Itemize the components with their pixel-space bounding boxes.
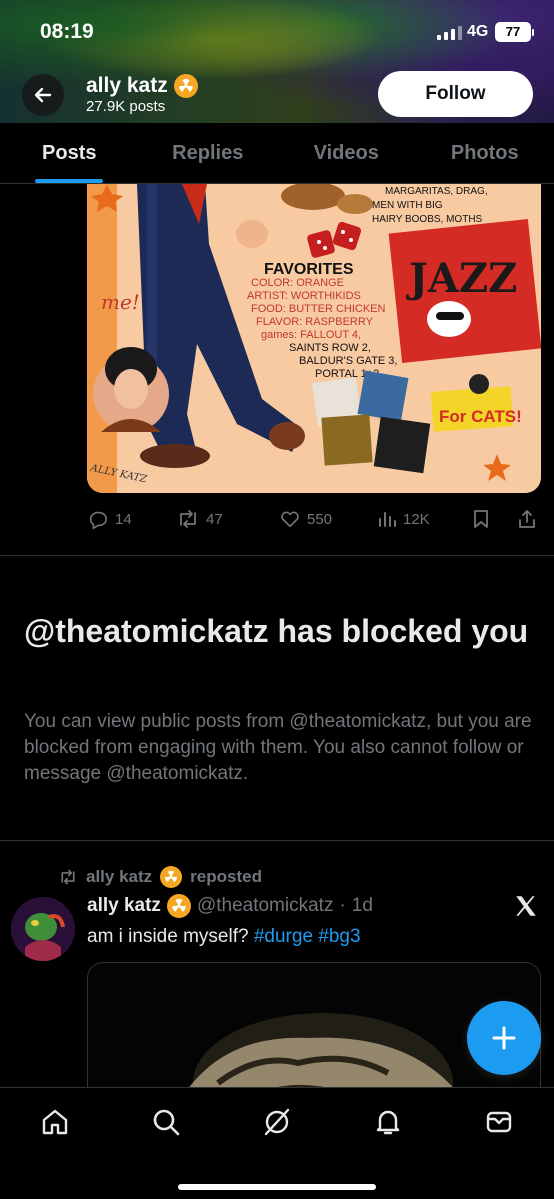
nav-grok[interactable] xyxy=(260,1105,294,1139)
reply-count: 14 xyxy=(115,510,132,528)
post-count: 27.9K posts xyxy=(86,98,166,115)
home-icon xyxy=(42,1109,68,1135)
bookmark-button[interactable] xyxy=(471,508,491,530)
status-time: 08:19 xyxy=(40,20,94,43)
tab-videos[interactable]: Videos xyxy=(277,123,416,183)
post-author[interactable]: ally katz xyxy=(87,895,161,917)
repost-button[interactable]: 47 xyxy=(176,508,223,530)
bottom-navigation xyxy=(0,1087,554,1199)
avatar[interactable] xyxy=(11,897,75,961)
follow-button[interactable]: Follow xyxy=(378,71,533,117)
blocked-title: @theatomickatz has blocked you xyxy=(24,613,529,649)
favorites-illustration: FAVORITES COLOR: ORANGE ARTIST: WORTHIKI… xyxy=(87,184,541,493)
battery-icon: 77 xyxy=(495,22,534,42)
post-actions: 14 47 550 12K xyxy=(87,505,541,533)
radioactive-icon xyxy=(166,894,191,918)
views-button[interactable]: 12K xyxy=(377,509,430,529)
compose-button[interactable] xyxy=(467,1001,541,1075)
tab-photos[interactable]: Photos xyxy=(416,123,554,183)
x-logo-icon xyxy=(516,896,536,916)
divider xyxy=(0,555,554,556)
views-icon xyxy=(379,512,396,527)
messages-icon xyxy=(486,1111,512,1133)
art-text-artist: ARTIST: WORTHIKIDS xyxy=(247,290,361,302)
nav-home[interactable] xyxy=(38,1105,72,1139)
radioactive-icon xyxy=(173,74,198,98)
heart-icon xyxy=(281,511,299,528)
post-image[interactable]: FAVORITES COLOR: ORANGE ARTIST: WORTHIKI… xyxy=(87,184,541,493)
art-text-color: COLOR: ORANGE xyxy=(251,277,344,289)
art-text-top3: HAIRY BOOBS, MOTHS xyxy=(372,214,483,225)
status-bar: 08:19 4G 77 xyxy=(0,0,554,64)
profile-nav-row: ally katz 27.9K posts Follow xyxy=(0,66,554,122)
back-button[interactable] xyxy=(22,74,64,116)
art-text-games3: BALDUR'S GATE 3, xyxy=(299,355,397,367)
hashtag-bg3[interactable]: #bg3 xyxy=(318,926,360,947)
post-header: ally katz @theatomickatz · 1d xyxy=(87,894,373,918)
profile-name: ally katz xyxy=(86,74,198,98)
repost-count: 47 xyxy=(206,510,223,528)
nav-notifications[interactable] xyxy=(371,1105,405,1139)
tab-posts[interactable]: Posts xyxy=(0,123,139,183)
back-arrow-icon xyxy=(34,87,52,103)
nav-messages[interactable] xyxy=(482,1105,516,1139)
blocked-description: You can view public posts from @theatomi… xyxy=(24,711,532,784)
art-text-top2: MEN WITH BIG xyxy=(372,200,443,211)
repost-icon xyxy=(61,869,75,885)
art-text-food: FOOD: BUTTER CHICKEN xyxy=(251,303,386,315)
post-handle[interactable]: @theatomickatz xyxy=(197,895,334,917)
like-button[interactable]: 550 xyxy=(279,508,332,530)
like-count: 550 xyxy=(307,510,333,528)
search-icon xyxy=(153,1109,180,1136)
repost-icon xyxy=(180,510,196,528)
repost-indicator: ally katz reposted xyxy=(58,866,262,888)
art-text-me: me! xyxy=(101,290,140,314)
signal-icon xyxy=(437,26,462,40)
bookmark-icon xyxy=(474,510,488,528)
art-text-forcats: For CATS! xyxy=(439,407,522,426)
network-label: 4G xyxy=(467,23,489,40)
tab-replies[interactable]: Replies xyxy=(139,123,278,183)
art-text-top1: MARGARITAS, DRAG, xyxy=(385,186,488,197)
repost-label: reposted xyxy=(190,867,262,886)
profile-name-text: ally katz xyxy=(86,74,168,97)
divider xyxy=(0,840,554,841)
post-text: am i inside myself? #durge #bg3 xyxy=(87,926,361,948)
reply-icon xyxy=(89,511,108,530)
nav-search[interactable] xyxy=(149,1105,183,1139)
hashtag-durge[interactable]: #durge xyxy=(254,926,313,947)
share-icon xyxy=(519,510,535,528)
art-text-games2: SAINTS ROW 2, xyxy=(289,342,371,354)
art-text-games1: games: FALLOUT 4, xyxy=(261,329,361,341)
art-text-flavor: FLAVOR: RASPBERRY xyxy=(256,316,374,328)
avatar-artwork xyxy=(11,897,75,961)
home-indicator[interactable] xyxy=(178,1184,376,1190)
notifications-icon xyxy=(376,1110,400,1135)
plus-icon xyxy=(492,1026,516,1050)
radioactive-icon xyxy=(160,866,183,888)
grok-icon xyxy=(264,1108,290,1136)
post-body: am i inside myself? xyxy=(87,926,249,947)
art-text-jazz: JAZZ xyxy=(406,255,517,302)
post-time: 1d xyxy=(351,895,373,916)
post-separator: · xyxy=(339,895,346,916)
reposter-name[interactable]: ally katz xyxy=(86,867,152,887)
profile-tabs: Posts Replies Videos Photos xyxy=(0,123,554,184)
favorites-heading: FAVORITES xyxy=(264,261,354,278)
share-button[interactable] xyxy=(517,508,537,530)
reply-button[interactable]: 14 xyxy=(87,508,132,530)
views-count: 12K xyxy=(403,510,430,528)
